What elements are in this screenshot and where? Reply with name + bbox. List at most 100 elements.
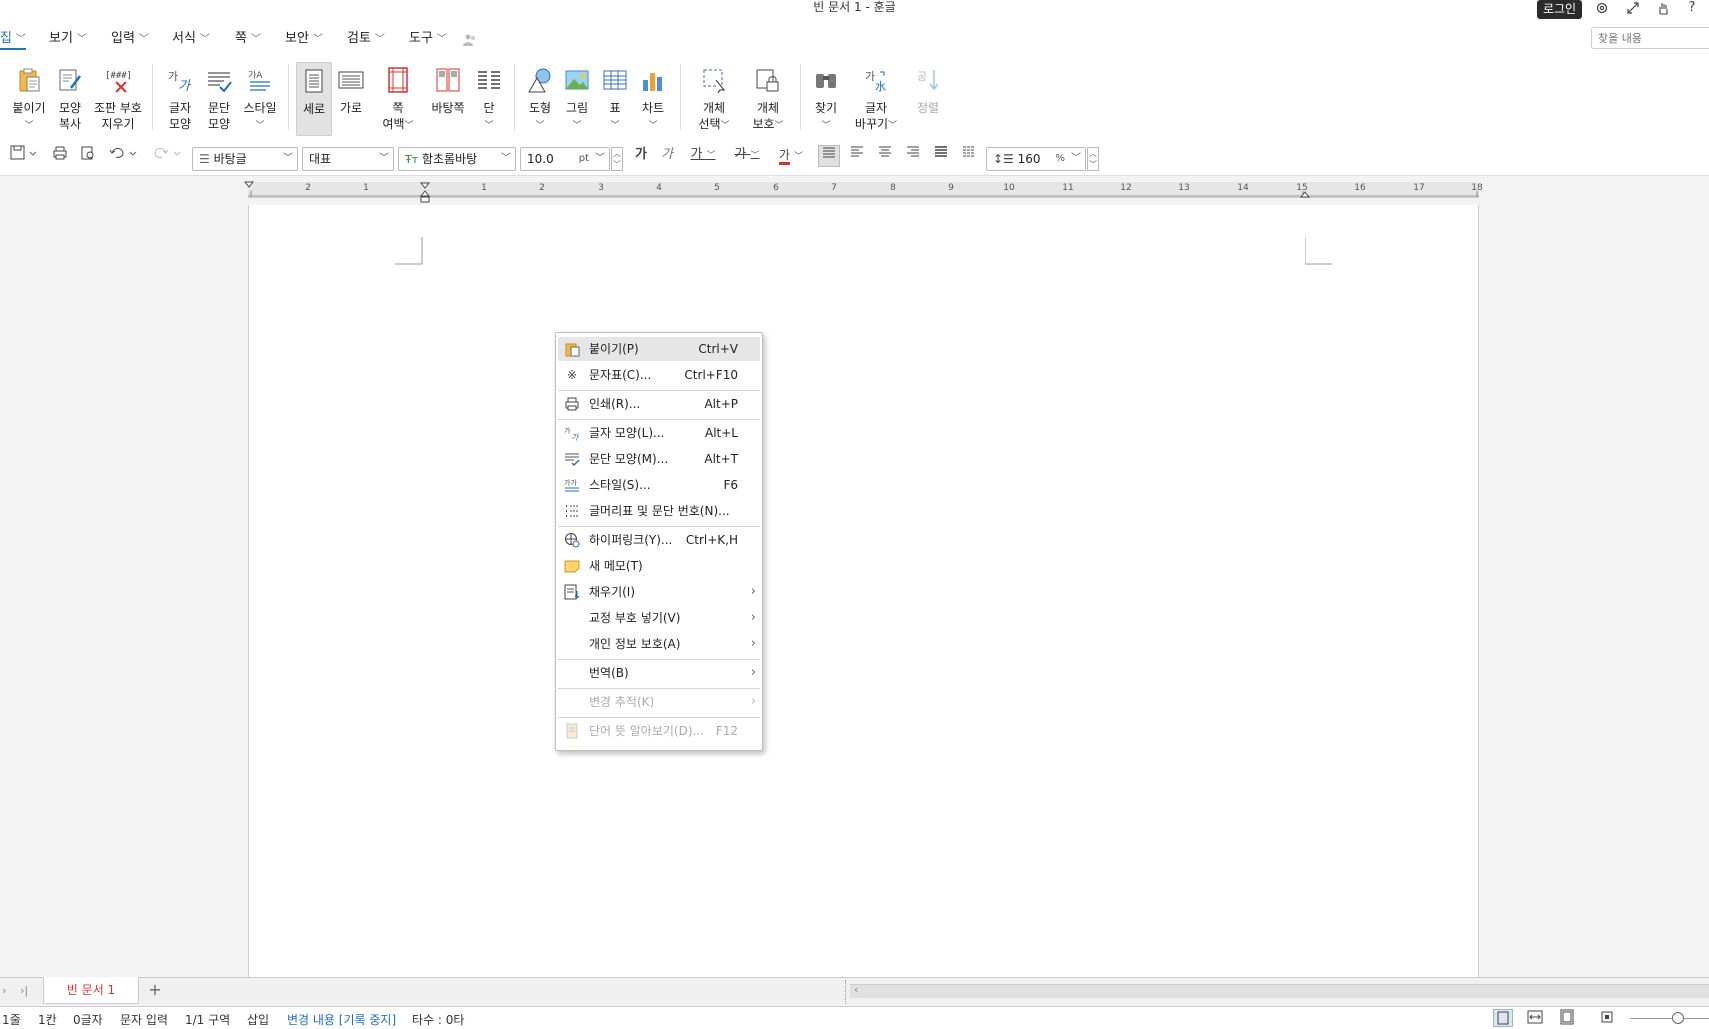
status-line[interactable]: 1줄 <box>2 1011 21 1028</box>
login-button[interactable]: 로그인 <box>1537 0 1582 19</box>
menu-item-hyperlink[interactable]: 하이퍼링크(Y)... Ctrl+K,H <box>558 528 760 552</box>
menu-view[interactable]: 보기 ﹀ <box>49 30 87 50</box>
menu-review[interactable]: 검토 ﹀ <box>347 30 385 50</box>
underline-button[interactable]: 가 ﹀ <box>686 145 720 167</box>
clear-marks-button[interactable]: [###] 조판 부호 지우기 <box>92 62 144 136</box>
tab-last-icon[interactable]: ›| <box>20 984 32 997</box>
right-align-button[interactable] <box>902 145 924 167</box>
left-indent-marker[interactable] <box>243 180 255 190</box>
italic-button[interactable]: 가 <box>658 145 676 167</box>
hand-icon[interactable] <box>1653 1 1673 17</box>
menu-separator <box>558 526 760 527</box>
document-page[interactable] <box>248 205 1479 977</box>
picture-button[interactable]: 그림 ﹀ <box>560 62 594 136</box>
para-shape-button[interactable]: 문단 모양 <box>200 62 238 136</box>
print-icon[interactable] <box>50 145 70 167</box>
format-copy-button[interactable]: 모양 복사 <box>52 62 88 136</box>
tab-prev-icon[interactable]: › <box>2 984 14 997</box>
bold-button[interactable]: 가 <box>632 145 650 167</box>
add-tab-button[interactable]: + <box>145 980 165 1000</box>
menu-item-print[interactable]: 인쇄(R)... Alt+P <box>558 392 760 416</box>
menu-item-paste[interactable]: 붙이기(P) Ctrl+V <box>558 337 760 361</box>
gear-icon[interactable] <box>1592 1 1612 17</box>
fit-page-icon[interactable] <box>1558 1009 1578 1027</box>
menu-item-bullets[interactable]: 글머리표 및 문단 번호(N)... <box>558 499 760 523</box>
status-col[interactable]: 1칸 <box>38 1011 57 1028</box>
language-select[interactable]: 대표 ﹀ <box>302 147 394 171</box>
first-line-indent-marker[interactable] <box>419 182 431 204</box>
left-align-button[interactable] <box>846 145 868 167</box>
divide-align-button[interactable] <box>958 145 980 167</box>
menu-tools[interactable]: 도구 ﹀ <box>409 30 447 50</box>
status-chars[interactable]: 0글자 <box>73 1011 103 1028</box>
status-input-mode[interactable]: 문자 입력 <box>120 1011 168 1028</box>
menu-item-proof-marks[interactable]: 교정 부호 넣기(V) › <box>558 606 760 630</box>
line-spacing-input[interactable]: ↕☰ 160% ﹀ <box>986 147 1086 171</box>
menu-item-style[interactable]: 가가 스타일(S)... F6 <box>558 473 760 497</box>
menu-item-char-shape[interactable]: 가가 글자 모양(L)... Alt+L <box>558 421 760 445</box>
menu-format[interactable]: 서식 ﹀ <box>172 30 210 50</box>
menu-item-para-shape[interactable]: 문단 모양(M)... Alt+T <box>558 447 760 471</box>
font-size-stepper[interactable]: ︿ ﹀ <box>611 147 623 171</box>
save-icon[interactable] <box>6 145 40 167</box>
font-size-input[interactable]: 10.0 pt ﹀ <box>520 147 610 171</box>
splitter[interactable] <box>845 980 847 1004</box>
help-icon[interactable]: ? <box>1682 1 1702 17</box>
status-track-changes[interactable]: 변경 내용 [기록 중지] <box>287 1011 396 1028</box>
menu-insert[interactable]: 입력 ﹀ <box>111 30 149 50</box>
font-select[interactable]: Ŧт 함초롬바탕 ﹀ <box>398 147 516 171</box>
menu-item-dictionary[interactable]: 단어 뜻 알아보기(D)... F12 <box>558 719 760 743</box>
justify-align-button[interactable] <box>818 145 840 167</box>
distribute-align-button[interactable] <box>930 145 952 167</box>
undo-icon[interactable] <box>106 145 140 167</box>
redo-icon[interactable] <box>150 145 184 167</box>
menu-item-symbols[interactable]: ※ 문자표(C)... Ctrl+F10 <box>558 363 760 387</box>
status-section[interactable]: 1/1 구역 <box>185 1011 230 1028</box>
paste-button[interactable]: 붙이기 ﹀ <box>8 62 50 136</box>
replace-button[interactable]: 가水 글자 바꾸기﹀ <box>852 62 900 136</box>
style-button[interactable]: 가A 스타일 ﹀ <box>240 62 280 136</box>
zoom-slider-track[interactable] <box>1630 1018 1709 1019</box>
ruler-number: 9 <box>948 183 954 193</box>
menu-item-fill[interactable]: 채우기(I) › <box>558 580 760 604</box>
divider <box>152 64 153 130</box>
column-button[interactable]: 단 ﹀ <box>474 62 504 136</box>
master-page-button[interactable]: 바탕쪽 <box>428 62 468 136</box>
object-select-button[interactable]: 개체 선택﹀ <box>692 62 736 136</box>
zoom-out-icon[interactable] <box>1598 1009 1618 1027</box>
landscape-button[interactable]: 가로 <box>336 62 366 136</box>
search-input[interactable] <box>1591 27 1709 49</box>
menu-item-new-memo[interactable]: 새 메모(T) <box>558 554 760 578</box>
shape-button[interactable]: 도형 ﹀ <box>522 62 558 136</box>
object-protect-button[interactable]: 개체 보호﹀ <box>748 62 788 136</box>
people-icon[interactable] <box>462 32 478 48</box>
page-margin-button[interactable]: 쪽 여백﹀ <box>378 62 418 136</box>
sort-button[interactable]: 공 정렬 <box>910 62 946 136</box>
fullscreen-icon[interactable] <box>1623 1 1643 17</box>
find-button[interactable]: 찾기 ﹀ <box>808 62 844 136</box>
center-align-button[interactable] <box>874 145 896 167</box>
strikethrough-button[interactable]: 가 ﹀ <box>730 145 764 167</box>
fit-width-icon[interactable] <box>1526 1009 1546 1027</box>
right-indent-marker[interactable] <box>1299 190 1311 200</box>
normal-view-icon[interactable] <box>1493 1009 1513 1027</box>
char-shape-button[interactable]: 가가 글자 모양 <box>160 62 200 136</box>
menu-edit[interactable]: 집 ﹀ <box>0 30 26 50</box>
status-insert-mode[interactable]: 삽입 <box>247 1011 269 1028</box>
menu-item-privacy[interactable]: 개인 정보 보호(A) › <box>558 632 760 656</box>
menu-item-track-changes[interactable]: 변경 추적(K) › <box>558 690 760 714</box>
print-preview-icon[interactable] <box>78 145 98 167</box>
menu-security[interactable]: 보안 ﹀ <box>285 30 323 50</box>
tab-document[interactable]: 빈 문서 1 <box>43 977 139 1004</box>
menu-page[interactable]: 쪽 ﹀ <box>235 30 261 50</box>
font-color-button[interactable]: 가 ﹀ <box>774 145 808 167</box>
portrait-button[interactable]: 세로 <box>296 62 332 136</box>
line-spacing-stepper[interactable]: ︿ ﹀ <box>1087 147 1099 171</box>
status-typing-speed[interactable]: 타수 : 0타 <box>412 1011 464 1028</box>
menu-item-translate[interactable]: 번역(B) › <box>558 661 760 685</box>
chart-button[interactable]: 차트 ﹀ <box>636 62 670 136</box>
table-button[interactable]: 표 ﹀ <box>598 62 632 136</box>
zoom-slider-thumb[interactable] <box>1672 1012 1684 1024</box>
horizontal-scrollbar[interactable]: ‹ <box>850 983 1709 998</box>
style-select[interactable]: ☰ 바탕글 ﹀ <box>192 147 298 171</box>
